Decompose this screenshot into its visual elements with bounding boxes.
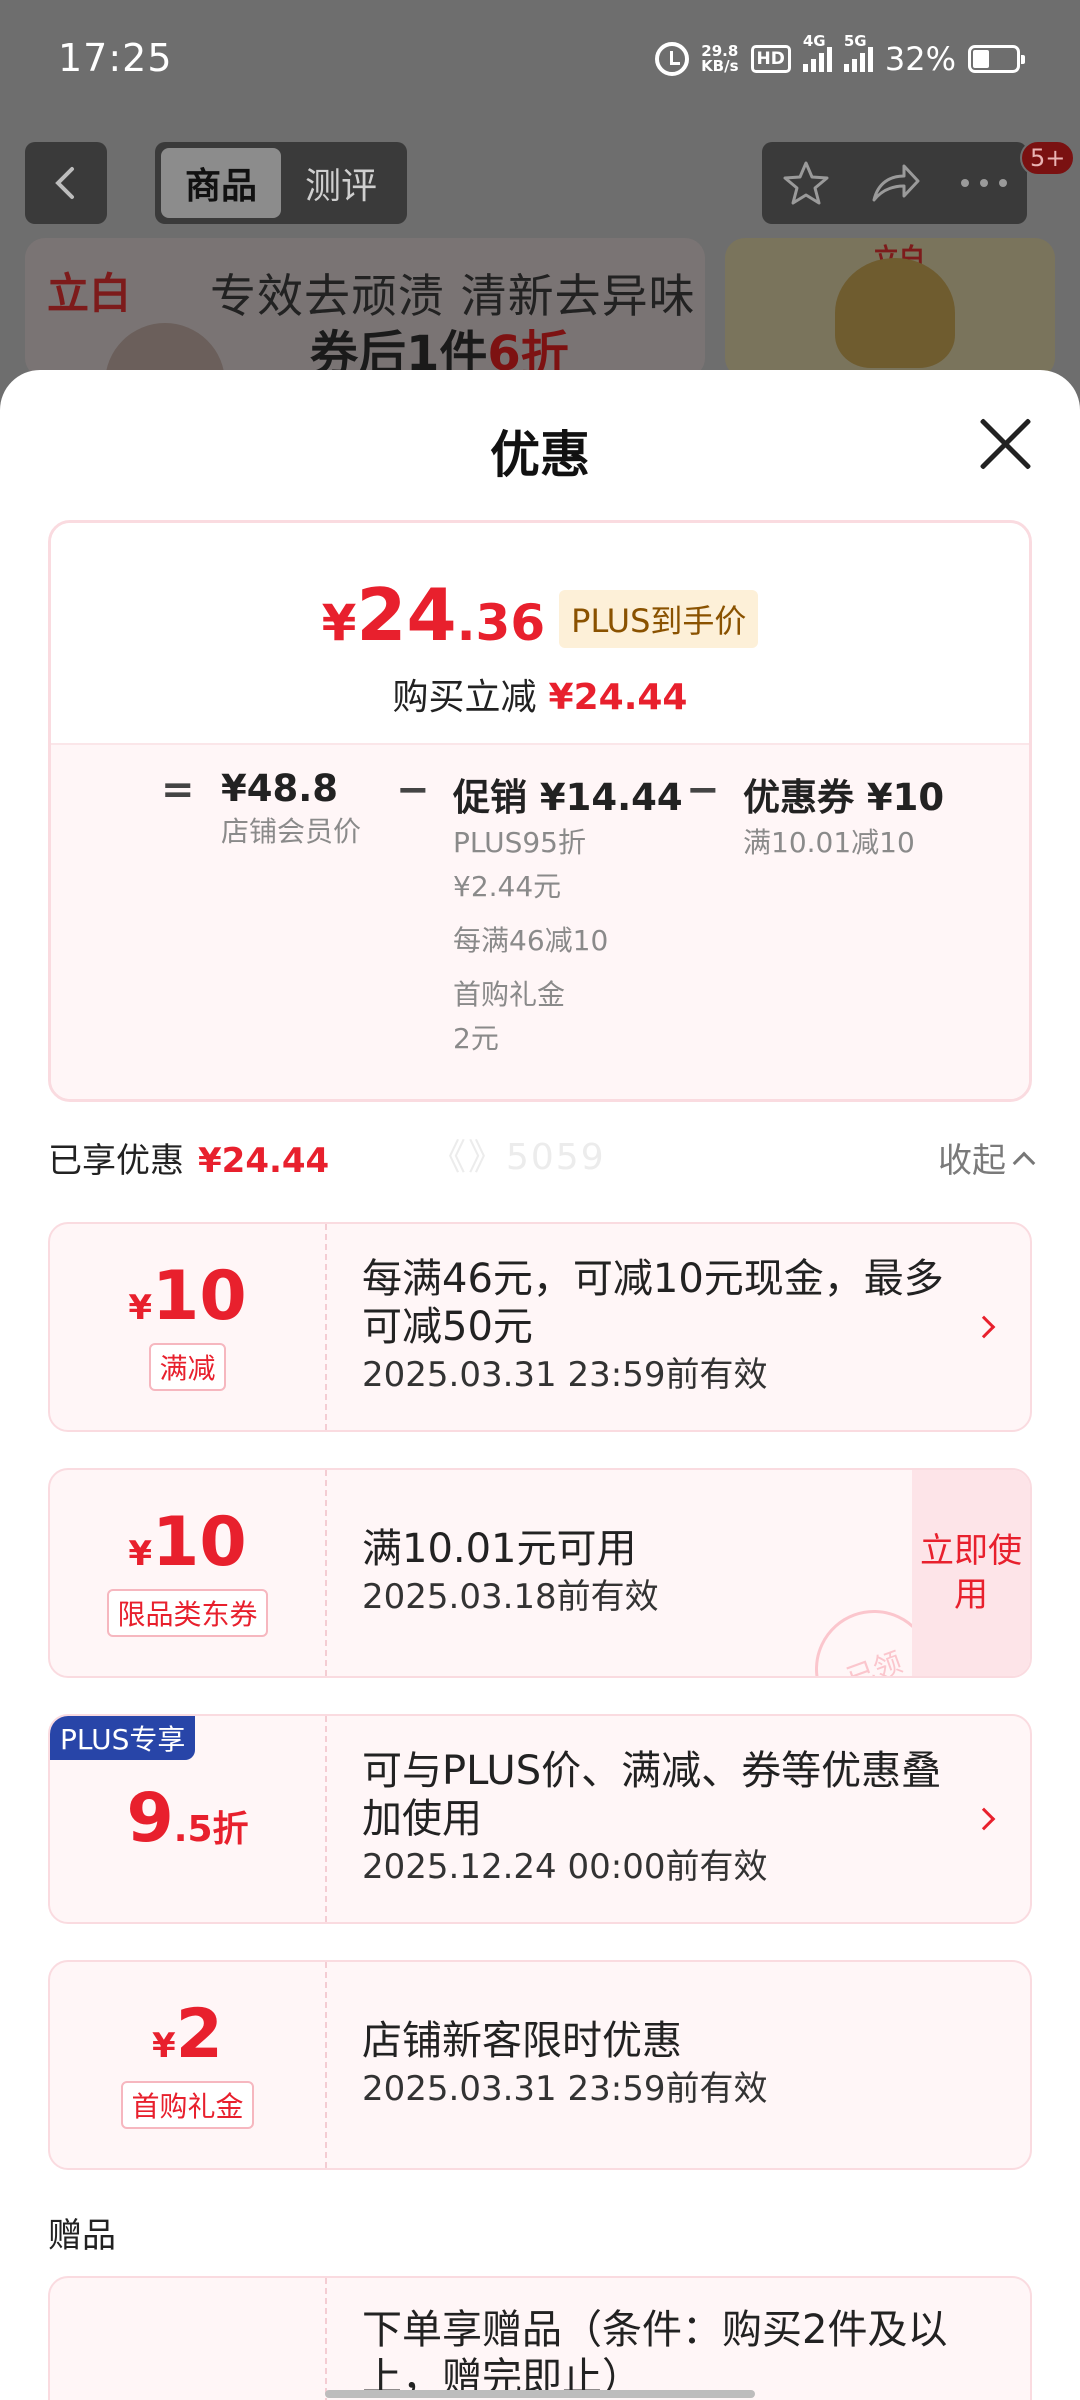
price-summary-card: ¥24.36 PLUS到手价 购买立减 ¥24.44 = ¥48.8 店铺会员价 … [48, 520, 1032, 1102]
back-button[interactable] [25, 142, 107, 224]
battery-icon [968, 45, 1025, 73]
use-now-button[interactable]: 立即使用 [912, 1470, 1030, 1676]
minus-sign: − [396, 767, 430, 813]
enjoyed-discount: 已享优惠 ¥24.44 [48, 1141, 330, 1181]
coupon-desc: 店铺新客限时优惠 [362, 2018, 682, 2064]
product-banner[interactable]: 立白 专效去顽渍 清新去异味 券后1件6折 [25, 238, 705, 378]
signal-4g-icon: 4G [802, 32, 832, 72]
more-icon[interactable] [959, 173, 1009, 193]
sheet-title: 优惠 [490, 426, 590, 484]
chevron-left-icon [55, 167, 74, 199]
chevron-right-icon [972, 1315, 996, 1339]
coupon-card-first-purchase: ¥2 首购礼金 店铺新客限时优惠 2025.03.31 23:59前有效 [48, 1960, 1032, 2170]
gift-desc: 下单享赠品（条件：购买2件及以上，赠完即止） [362, 2307, 948, 2400]
side-banner[interactable]: 立白 [725, 238, 1055, 378]
coupon-card-category: ¥10 限品类东券 满10.01元可用 2025.03.18前有效 已领 立即使… [48, 1468, 1032, 1678]
coupon-amount: ¥2 [152, 1995, 223, 2074]
coupon-desc: 满10.01元可用 [362, 1526, 637, 1572]
brand-logo: 立白 [47, 269, 132, 318]
member-price-block: ¥48.8 店铺会员价 [221, 767, 362, 848]
gift-section-title: 赠品 [48, 2216, 116, 2256]
share-icon[interactable] [868, 158, 922, 208]
product-tabs: 商品 测评 [155, 142, 407, 224]
alarm-icon [655, 42, 690, 76]
battery-percent: 32% [884, 40, 956, 78]
coupon-amount: ¥10 [128, 1257, 247, 1336]
coupon-expiry: 2025.12.24 00:00前有效 [362, 1847, 768, 1887]
coupon-amount: 9.5折 [126, 1779, 249, 1858]
tab-product[interactable]: 商品 [161, 148, 281, 218]
status-icons: 29.8 KB/s HD 4G 5G 32% [655, 32, 1025, 78]
coupon-tag: 满减 [149, 1343, 226, 1391]
plus-price-tag: PLUS到手价 [559, 590, 759, 648]
coupon-desc: 可与PLUS价、满减、券等优惠叠加使用 [362, 1748, 942, 1842]
toolbar-actions [762, 142, 1027, 224]
coupon-block: 优惠券 ¥10 满10.01减10 [743, 776, 945, 859]
discount-sheet: 优惠 ¥24.36 PLUS到手价 购买立减 ¥24.44 = ¥48.8 店铺会… [0, 370, 1080, 2400]
home-indicator[interactable] [325, 2390, 755, 2398]
coupon-expiry: 2025.03.31 23:59前有效 [362, 1355, 768, 1395]
collapse-button[interactable]: 收起 [938, 1133, 1036, 1182]
banner-offer: 券后1件6折 [310, 326, 569, 378]
reduce-row: 购买立减 ¥24.44 [392, 677, 688, 718]
coupon-card-plus[interactable]: PLUS专享 9.5折 可与PLUS价、满减、券等优惠叠加使用 2025.12.… [48, 1714, 1032, 1924]
close-icon[interactable] [978, 416, 1034, 472]
final-price: ¥24.36 [321, 573, 546, 657]
coupon-tag: 限品类东券 [107, 1589, 268, 1637]
coupon-tag: 首购礼金 [121, 2081, 254, 2129]
coupon-amount: ¥10 [128, 1503, 247, 1582]
hd-icon: HD [750, 45, 791, 73]
equals-sign: = [161, 767, 195, 813]
final-price-row: ¥24.36 PLUS到手价 [51, 573, 1029, 657]
net-speed: 29.8 KB/s [701, 42, 739, 75]
signal-5g-icon: 5G [843, 32, 873, 72]
minus-sign: − [686, 767, 720, 813]
coupon-desc: 每满46元，可减10元现金，最多可减50元 [362, 1256, 944, 1350]
coupon-card-full-reduction[interactable]: ¥10 满减 每满46元，可减10元现金，最多可减50元 2025.03.31 … [48, 1222, 1032, 1432]
chevron-up-icon [1012, 1151, 1036, 1174]
coupon-expiry: 2025.03.31 23:59前有效 [362, 2069, 768, 2109]
gift-card[interactable]: 下单享赠品（条件：购买2件及以上，赠完即止） [48, 2276, 1032, 2400]
chevron-right-icon [972, 1807, 996, 1831]
promo-block: 促销 ¥14.44 PLUS95折 ¥2.44元 每满46减10 首购礼金 2元 [453, 776, 683, 1055]
status-bar: 17:25 29.8 KB/s HD 4G 5G 32% [0, 0, 1080, 125]
price-breakdown: = ¥48.8 店铺会员价 − 促销 ¥14.44 PLUS95折 ¥2.44元… [51, 743, 1029, 1099]
star-icon[interactable] [781, 158, 831, 208]
watermark: 《》5059 [430, 1137, 606, 1178]
notification-badge: 5+ [1020, 140, 1076, 176]
status-time: 17:25 [58, 36, 173, 80]
tab-review[interactable]: 测评 [281, 148, 401, 218]
trophy-image [835, 258, 955, 368]
